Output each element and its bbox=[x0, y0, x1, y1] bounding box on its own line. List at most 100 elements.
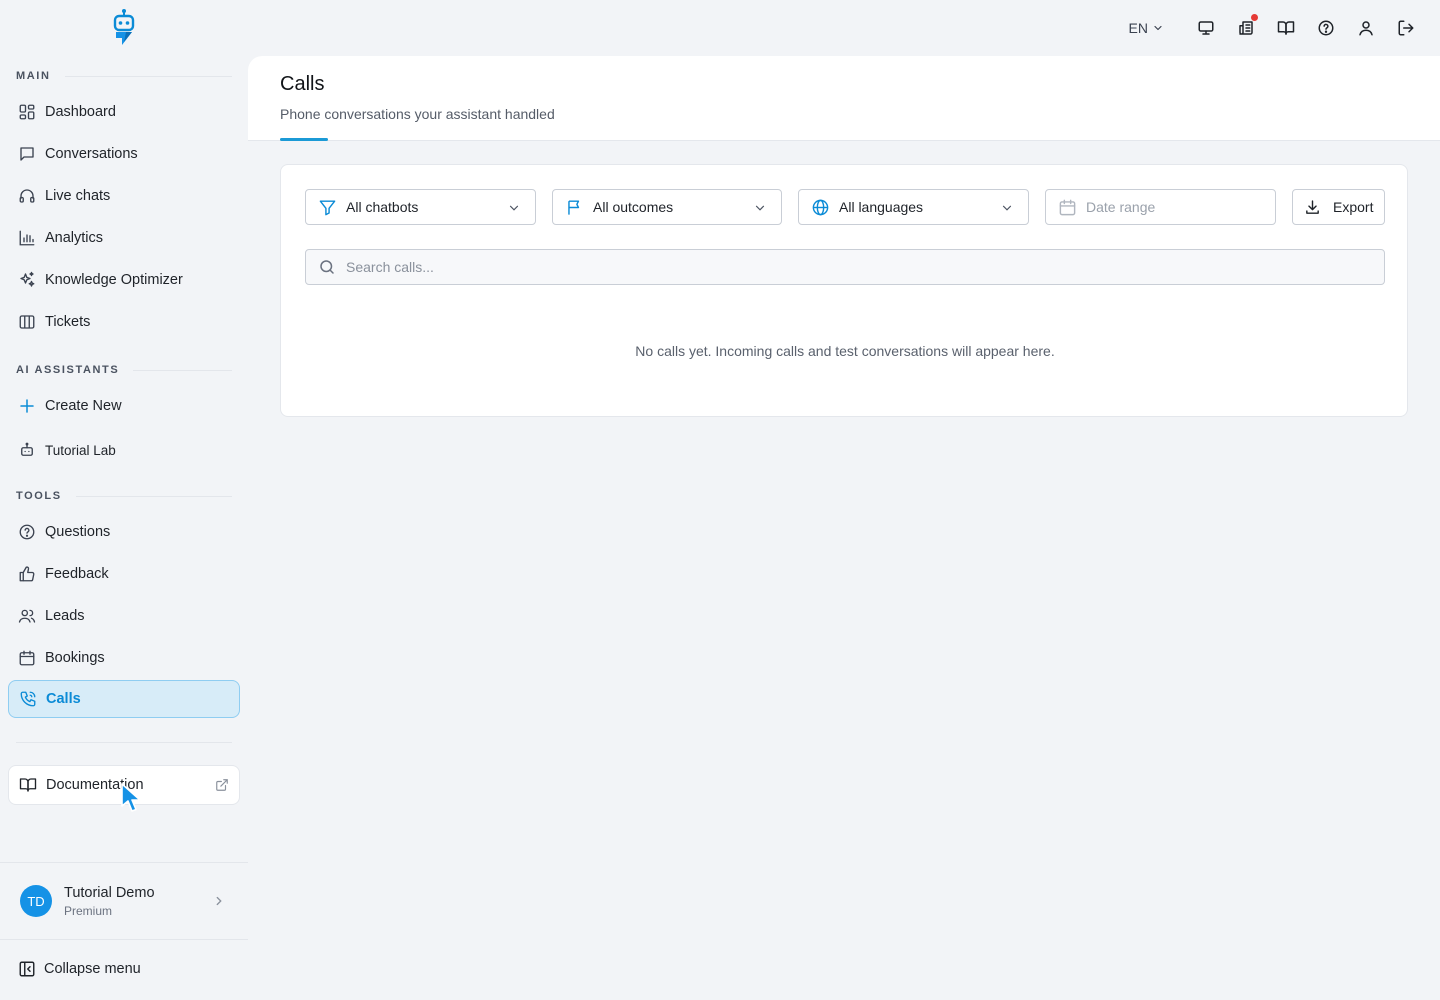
language-filter[interactable]: All languages bbox=[798, 189, 1029, 225]
sidebar-item-dashboard[interactable]: Dashboard bbox=[8, 93, 240, 131]
columns-icon bbox=[19, 315, 35, 329]
sidebar-item-label: Feedback bbox=[45, 566, 109, 582]
section-divider bbox=[75, 495, 232, 497]
calendar-icon bbox=[1059, 199, 1076, 215]
chevron-down-icon bbox=[755, 205, 765, 211]
sidebar-item-label: Calls bbox=[46, 691, 81, 707]
page-title: Calls bbox=[280, 73, 325, 95]
sidebar-divider bbox=[16, 742, 232, 743]
sidebar-collapse-icon bbox=[19, 961, 35, 977]
phone-icon bbox=[20, 691, 36, 707]
page-header: Calls Phone conversations your assistant… bbox=[248, 56, 1440, 141]
section-label-main: MAIN bbox=[16, 70, 232, 82]
chevron-right-icon bbox=[216, 896, 222, 906]
filter-icon bbox=[319, 199, 336, 215]
sidebar-item-knowledge-optimizer[interactable]: Knowledge Optimizer bbox=[8, 261, 240, 299]
flag-icon bbox=[568, 199, 580, 215]
language-filter-value: All languages bbox=[839, 199, 924, 215]
user-plan: Premium bbox=[64, 903, 113, 918]
sidebar-item-leads[interactable]: Leads bbox=[8, 597, 240, 635]
sparkles-icon bbox=[20, 271, 35, 287]
users-icon bbox=[18, 609, 36, 623]
mouse-cursor-icon bbox=[121, 783, 141, 812]
date-range-placeholder: Date range bbox=[1086, 199, 1156, 215]
bot-icon bbox=[21, 442, 33, 456]
sidebar: MAIN Dashboard Conversations Live chats … bbox=[0, 56, 248, 1000]
sidebar-item-label: Analytics bbox=[45, 230, 104, 246]
page-subtitle: Phone conversations your assistant handl… bbox=[280, 106, 555, 122]
sidebar-item-feedback[interactable]: Feedback bbox=[8, 555, 240, 593]
logout-icon[interactable] bbox=[1386, 8, 1426, 48]
main-content: Calls Phone conversations your assistant… bbox=[248, 56, 1440, 1000]
book-open-icon bbox=[19, 778, 37, 792]
topbar-actions: EN bbox=[1129, 8, 1426, 48]
download-icon bbox=[1306, 199, 1319, 214]
calendar-icon bbox=[19, 650, 35, 666]
sidebar-item-label: Tutorial Lab bbox=[45, 442, 116, 458]
notification-dot bbox=[1251, 14, 1258, 21]
empty-state-message: No calls yet. Incoming calls and test co… bbox=[635, 343, 1055, 359]
sidebar-item-label: Leads bbox=[45, 608, 85, 624]
chevron-down-icon bbox=[509, 205, 519, 211]
sidebar-item-label: Live chats bbox=[45, 188, 111, 204]
help-circle-icon[interactable] bbox=[1306, 8, 1346, 48]
dashboard-icon bbox=[19, 104, 35, 120]
globe-icon bbox=[812, 199, 829, 215]
sidebar-item-questions[interactable]: Questions bbox=[8, 513, 240, 551]
section-divider bbox=[133, 369, 232, 371]
thumbs-up-icon bbox=[19, 566, 35, 582]
sidebar-item-label: Dashboard bbox=[45, 104, 116, 120]
book-open-icon[interactable] bbox=[1266, 8, 1306, 48]
plus-icon bbox=[20, 399, 34, 413]
sidebar-item-label: Tickets bbox=[45, 314, 91, 330]
sidebar-item-tutorial-lab[interactable]: Tutorial Lab bbox=[8, 431, 240, 469]
sidebar-item-analytics[interactable]: Analytics bbox=[8, 219, 240, 257]
headset-icon bbox=[19, 189, 35, 203]
outcome-filter[interactable]: All outcomes bbox=[552, 189, 782, 225]
export-button-label: Export bbox=[1333, 199, 1374, 215]
user-name: Tutorial Demo bbox=[64, 884, 155, 901]
user-info: Tutorial Demo Premium bbox=[64, 885, 155, 918]
help-circle-icon bbox=[19, 524, 35, 540]
sidebar-item-label: Questions bbox=[45, 524, 111, 540]
user-icon[interactable] bbox=[1346, 8, 1386, 48]
section-divider bbox=[64, 75, 232, 77]
chatbot-filter-value: All chatbots bbox=[346, 199, 419, 215]
chevron-down-icon bbox=[1154, 25, 1162, 31]
user-profile[interactable]: TD Tutorial Demo Premium bbox=[0, 862, 248, 940]
section-label-text: TOOLS bbox=[16, 490, 62, 502]
sidebar-item-calls[interactable]: Calls bbox=[8, 680, 240, 718]
section-label-tools: TOOLS bbox=[16, 490, 232, 502]
section-label-text: MAIN bbox=[16, 70, 51, 82]
external-link-icon bbox=[216, 779, 228, 791]
language-selector[interactable]: EN bbox=[1129, 20, 1164, 36]
sidebar-item-live-chats[interactable]: Live chats bbox=[8, 177, 240, 215]
date-range-picker[interactable]: Date range bbox=[1045, 189, 1276, 225]
calls-card: All chatbots All outcomes All languages … bbox=[280, 164, 1408, 417]
sidebar-item-tickets[interactable]: Tickets bbox=[8, 303, 240, 341]
sidebar-item-label: Knowledge Optimizer bbox=[45, 272, 183, 288]
section-label-ai-assistants: AI ASSISTANTS bbox=[16, 364, 232, 376]
header-accent-underline bbox=[280, 138, 328, 141]
chatbot-filter[interactable]: All chatbots bbox=[305, 189, 536, 225]
sidebar-item-bookings[interactable]: Bookings bbox=[8, 639, 240, 677]
section-label-text: AI ASSISTANTS bbox=[16, 364, 120, 376]
search-input[interactable] bbox=[346, 259, 1366, 275]
sidebar-item-label: Conversations bbox=[45, 146, 138, 162]
collapse-menu-label: Collapse menu bbox=[44, 961, 141, 977]
sidebar-item-label: Create New bbox=[45, 398, 122, 414]
outcome-filter-value: All outcomes bbox=[593, 199, 674, 215]
export-button[interactable]: Export bbox=[1292, 189, 1385, 225]
sidebar-item-label: Bookings bbox=[45, 650, 105, 666]
chevron-down-icon bbox=[1002, 205, 1012, 211]
search-icon bbox=[320, 260, 334, 274]
search-bar bbox=[305, 249, 1385, 285]
sidebar-item-create-new[interactable]: Create New bbox=[8, 387, 240, 425]
monitor-icon[interactable] bbox=[1186, 8, 1226, 48]
bar-chart-icon bbox=[19, 230, 35, 246]
collapse-menu-button[interactable]: Collapse menu bbox=[18, 960, 141, 978]
sidebar-item-conversations[interactable]: Conversations bbox=[8, 135, 240, 173]
app-logo[interactable] bbox=[108, 8, 140, 48]
newspaper-icon[interactable] bbox=[1226, 8, 1266, 48]
language-code: EN bbox=[1128, 20, 1148, 36]
